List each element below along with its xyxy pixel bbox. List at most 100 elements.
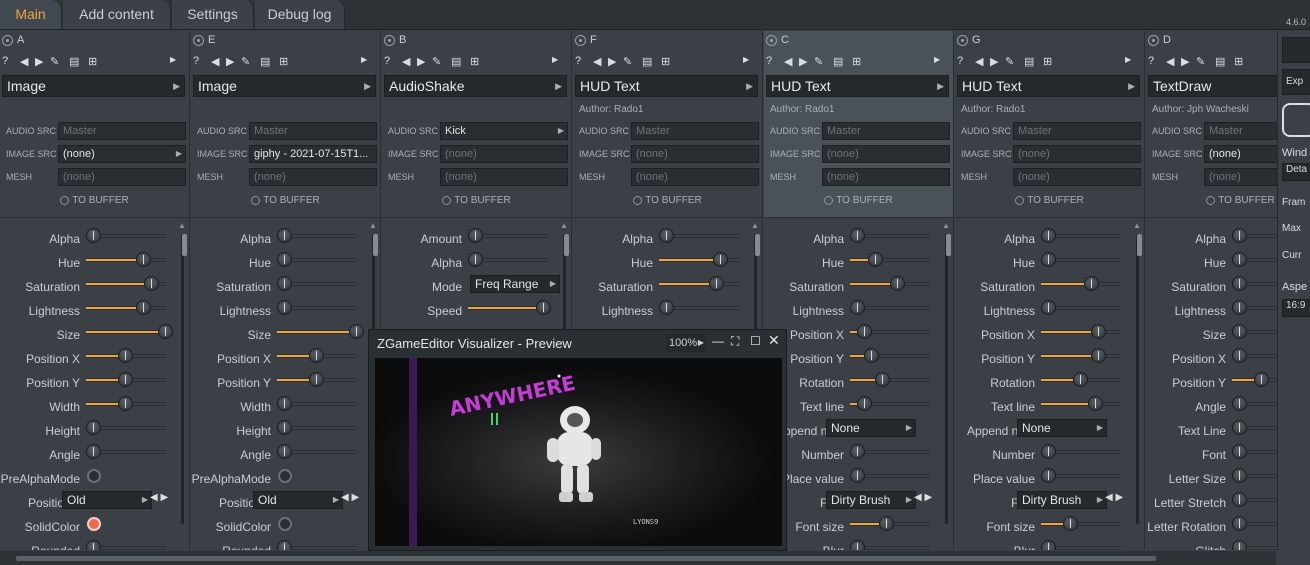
param-slider[interactable] xyxy=(850,372,930,387)
param-slider[interactable] xyxy=(86,276,166,291)
scroll-thumb[interactable] xyxy=(564,234,569,256)
slider-knob[interactable] xyxy=(136,252,151,267)
move-right-icon[interactable]: ▶ xyxy=(417,55,425,68)
slider-knob[interactable] xyxy=(158,324,173,339)
scroll-thumb[interactable] xyxy=(1137,234,1142,256)
pin-icon[interactable]: ⊞ xyxy=(1043,55,1052,68)
slider-knob[interactable] xyxy=(536,300,551,315)
param-scrollbar[interactable]: ▲ xyxy=(1133,221,1142,531)
param-slider[interactable] xyxy=(850,300,930,315)
effect-select[interactable]: HUD Text ▶ xyxy=(766,75,949,97)
param-slider[interactable] xyxy=(659,300,739,315)
close-icon[interactable]: ✕ xyxy=(768,332,780,349)
param-slider[interactable] xyxy=(277,324,364,339)
slider-knob[interactable] xyxy=(1041,444,1056,459)
slider-knob[interactable] xyxy=(1232,540,1247,550)
slider-knob[interactable] xyxy=(136,300,151,315)
move-right-icon[interactable]: ▶ xyxy=(608,55,616,68)
slider-knob[interactable] xyxy=(309,372,324,387)
param-slider[interactable] xyxy=(277,252,357,267)
param-slider[interactable] xyxy=(850,540,930,550)
param-slider[interactable] xyxy=(850,228,930,243)
param-slider[interactable] xyxy=(850,252,930,267)
prev-next-icons[interactable]: ◀ ▶ xyxy=(914,492,932,503)
move-right-icon[interactable]: ▶ xyxy=(990,55,998,68)
mesh-field[interactable]: (none) xyxy=(440,168,568,186)
layer-radio[interactable] xyxy=(575,34,586,46)
scroll-up-icon[interactable]: ▲ xyxy=(751,221,759,230)
slider-knob[interactable] xyxy=(277,252,292,267)
param-slider[interactable] xyxy=(86,324,173,339)
image-src-field[interactable]: (none) xyxy=(1013,145,1141,163)
aspect-select[interactable]: 16:9 xyxy=(1282,299,1310,317)
param-slider[interactable] xyxy=(86,396,166,411)
slider-knob[interactable] xyxy=(868,252,883,267)
plugin-icon[interactable]: ✎ xyxy=(432,55,441,68)
to-buffer-toggle[interactable]: TO BUFFER xyxy=(764,195,953,206)
slider-knob[interactable] xyxy=(659,300,674,315)
slider-knob[interactable] xyxy=(86,444,101,459)
image-src-field[interactable]: giphy - 2021-07-15T1... xyxy=(249,145,377,163)
scroll-up-icon[interactable]: ▲ xyxy=(942,221,950,230)
image-src-field[interactable]: (none)▶ xyxy=(58,145,186,163)
help-icon[interactable]: ? xyxy=(193,55,199,67)
audio-src-field[interactable]: Master xyxy=(631,122,759,140)
slider-knob[interactable] xyxy=(144,276,159,291)
expand-icon[interactable]: ▶ xyxy=(552,55,558,64)
param-slider[interactable] xyxy=(277,372,357,387)
scroll-thumb[interactable] xyxy=(182,234,187,256)
slider-knob[interactable] xyxy=(857,324,872,339)
slider-knob[interactable] xyxy=(118,372,133,387)
pin-icon[interactable]: ⊞ xyxy=(88,55,97,68)
param-slider[interactable] xyxy=(1041,444,1121,459)
slider-knob[interactable] xyxy=(468,228,483,243)
slider-knob[interactable] xyxy=(1232,420,1247,435)
effect-select[interactable]: Image ▶ xyxy=(193,75,376,97)
plugin-icon[interactable]: ✎ xyxy=(50,55,59,68)
param-slider[interactable] xyxy=(86,372,166,387)
preview-window[interactable]: ZGameEditor Visualizer - Preview 100% ▶ —… xyxy=(368,329,787,551)
layer-radio[interactable] xyxy=(2,34,13,46)
slider-knob[interactable] xyxy=(1041,540,1056,550)
slider-knob[interactable] xyxy=(86,228,101,243)
scroll-up-icon[interactable]: ▲ xyxy=(560,221,568,230)
preset-icon[interactable]: ▤ xyxy=(642,55,652,68)
param-slider[interactable] xyxy=(1041,516,1121,531)
param-slider[interactable] xyxy=(86,348,166,363)
slider-knob[interactable] xyxy=(1232,252,1247,267)
slider-knob[interactable] xyxy=(1041,300,1056,315)
scrollbar-thumb[interactable] xyxy=(16,556,1156,561)
tab-main[interactable]: Main xyxy=(0,0,62,29)
slider-knob[interactable] xyxy=(277,420,292,435)
param-select[interactable]: Old ▶ xyxy=(62,491,152,509)
slider-knob[interactable] xyxy=(1232,444,1247,459)
slider-knob[interactable] xyxy=(857,396,872,411)
plugin-icon[interactable]: ✎ xyxy=(1005,55,1014,68)
slider-knob[interactable] xyxy=(118,348,133,363)
slider-knob[interactable] xyxy=(1063,516,1078,531)
tab-debug-log[interactable]: Debug log xyxy=(255,0,345,29)
slider-knob[interactable] xyxy=(1232,468,1247,483)
slider-knob[interactable] xyxy=(1041,468,1056,483)
layer-radio[interactable] xyxy=(766,34,777,46)
slider-knob[interactable] xyxy=(277,540,292,550)
help-icon[interactable]: ? xyxy=(575,55,581,67)
image-src-field[interactable]: (none) xyxy=(631,145,759,163)
param-toggle[interactable] xyxy=(87,517,101,531)
param-select[interactable]: Freq Range ▶ xyxy=(470,275,560,293)
slider-knob[interactable] xyxy=(1232,324,1247,339)
slider-knob[interactable] xyxy=(709,276,724,291)
param-slider[interactable] xyxy=(659,228,739,243)
expand-icon[interactable]: ▶ xyxy=(170,55,176,64)
preset-icon[interactable]: ▤ xyxy=(69,55,79,68)
effect-select[interactable]: Image ▶ xyxy=(2,75,185,97)
layer-header[interactable]: E xyxy=(193,34,215,50)
mesh-field[interactable]: (none) xyxy=(631,168,759,186)
param-slider[interactable] xyxy=(86,444,166,459)
slider-knob[interactable] xyxy=(850,228,865,243)
detach-select[interactable]: Deta xyxy=(1282,163,1310,181)
prev-next-icons[interactable]: ◀ ▶ xyxy=(150,492,168,503)
param-slider[interactable] xyxy=(277,300,357,315)
param-toggle[interactable] xyxy=(87,469,101,483)
slider-knob[interactable] xyxy=(850,468,865,483)
